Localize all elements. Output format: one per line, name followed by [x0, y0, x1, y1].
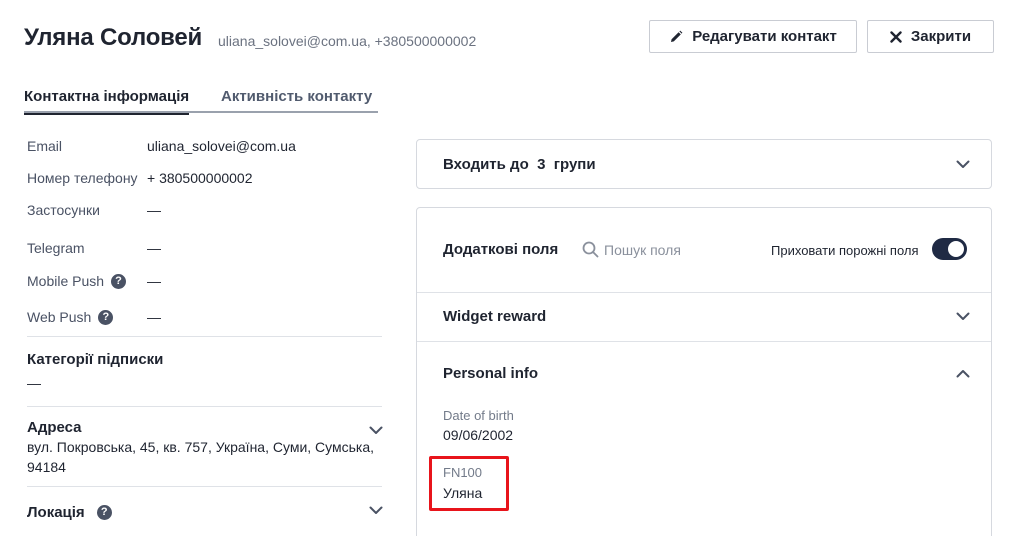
subscriptions-value: — — [27, 375, 41, 391]
subscriptions-title: Категорії підписки — [27, 351, 164, 368]
toggle-knob — [948, 241, 964, 257]
apps-value: — — [147, 202, 161, 218]
additional-fields-title: Додаткові поля — [443, 241, 559, 258]
chevron-down-icon[interactable] — [956, 312, 970, 321]
mobile-push-row: Mobile Push ? — — [27, 273, 161, 289]
field-search[interactable]: Пошук поля — [582, 241, 681, 258]
divider — [417, 292, 991, 293]
chevron-down-icon[interactable] — [956, 160, 970, 169]
mobile-push-label: Mobile Push ? — [27, 273, 147, 289]
chevron-down-icon[interactable] — [369, 506, 383, 515]
location-title-text: Локація — [27, 504, 85, 521]
widget-reward-title[interactable]: Widget reward — [443, 308, 546, 325]
dob-value: 09/06/2002 — [443, 427, 514, 443]
mobile-push-label-text: Mobile Push — [27, 273, 105, 289]
help-icon[interactable]: ? — [98, 309, 114, 325]
web-push-value: — — [147, 309, 161, 325]
telegram-label: Telegram — [27, 240, 85, 256]
dob-label: Date of birth — [443, 408, 514, 423]
groups-label: Входить до 3 групи — [443, 156, 596, 173]
highlight-box — [429, 456, 509, 511]
divider — [27, 486, 382, 487]
chevron-down-icon[interactable] — [369, 426, 383, 435]
telegram-row: Telegram — — [27, 240, 161, 256]
contact-header: Уляна Соловей uliana_solovei@com.ua, +38… — [24, 0, 994, 80]
close-label: Закрити — [910, 28, 972, 45]
pencil-icon — [671, 30, 683, 42]
hide-empty-label: Приховати порожні поля — [771, 243, 919, 258]
tab-contact-info[interactable]: Контактна інформація — [24, 88, 190, 115]
personal-info-title[interactable]: Personal info — [443, 365, 538, 382]
close-button[interactable]: Закрити — [867, 20, 994, 53]
email-row: Email uliana_solovei@com.ua — [27, 138, 296, 154]
phone-value: + 380500000002 — [147, 170, 253, 186]
apps-label: Застосунки — [27, 202, 100, 218]
chevron-up-icon[interactable] — [956, 369, 970, 378]
help-icon[interactable]: ? — [111, 273, 127, 289]
tab-contact-activity[interactable]: Активність контакту — [221, 88, 372, 105]
web-push-label-text: Web Push — [27, 309, 92, 325]
groups-card[interactable]: Входить до 3 групи — [416, 139, 992, 189]
edit-contact-button[interactable]: Редагувати контакт — [649, 20, 857, 53]
contact-tabs: Контактна інформація Активність контакту — [24, 86, 378, 115]
web-push-label: Web Push ? — [27, 309, 147, 325]
address-value: вул. Покровська, 45, кв. 757, Україна, С… — [27, 439, 375, 475]
apps-row: Застосунки — — [27, 202, 161, 218]
search-icon — [582, 241, 599, 258]
divider — [417, 341, 991, 342]
divider — [27, 406, 382, 407]
phone-label: Номер телефону — [27, 170, 138, 186]
close-icon — [890, 30, 902, 43]
email-value: uliana_solovei@com.ua — [147, 138, 296, 154]
edit-contact-label: Редагувати контакт — [692, 28, 837, 45]
hide-empty-toggle[interactable] — [932, 238, 967, 260]
mobile-push-value: — — [147, 273, 161, 289]
telegram-value: — — [147, 240, 161, 256]
contact-subtitle: uliana_solovei@com.ua, +380500000002 — [218, 33, 477, 49]
web-push-row: Web Push ? — — [27, 309, 161, 325]
phone-row: Номер телефону + 380500000002 — [27, 170, 253, 186]
address-title: Адреса — [27, 419, 82, 436]
contact-name: Уляна Соловей — [24, 24, 203, 51]
location-title: Локація ? — [27, 504, 112, 521]
divider — [27, 336, 382, 337]
search-placeholder: Пошук поля — [604, 241, 681, 258]
email-label: Email — [27, 138, 63, 154]
help-icon[interactable]: ? — [96, 505, 112, 520]
